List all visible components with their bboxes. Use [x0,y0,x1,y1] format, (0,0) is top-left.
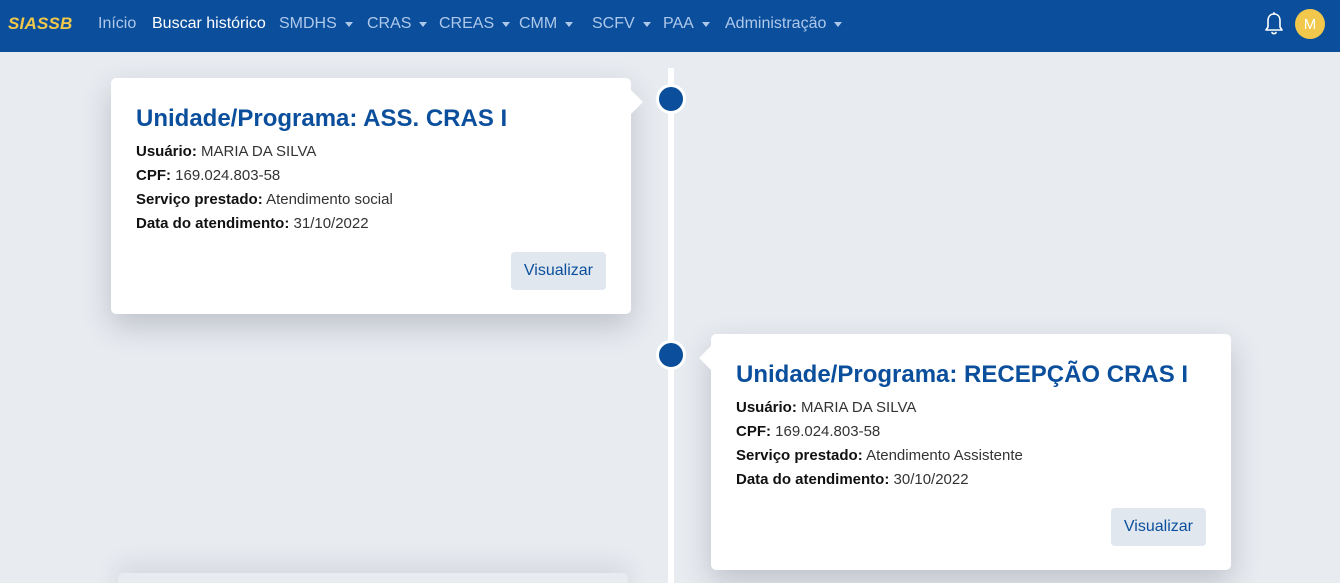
view-button[interactable]: Visualizar [510,252,606,290]
nav-item-paa[interactable]: PAA [663,15,710,33]
next-card-shadow [118,573,628,583]
timeline-card: Unidade/Programa: RECEPÇÃO CRAS I Usuári… [699,334,1231,570]
card-pointer [699,346,711,370]
nav-item-label: SCFV [592,15,635,32]
nav-item-creas[interactable]: CREAS [439,15,511,33]
field-value: Atendimento social [266,191,393,208]
view-button[interactable]: Visualizar [1110,508,1206,546]
caret-down-icon [419,21,428,27]
nav-item-cmm[interactable]: CMM [519,15,574,33]
card-title: Unidade/Programa: RECEPÇÃO CRAS I [736,361,1189,388]
field-cpf: CPF: 169.024.803-58 [136,164,606,188]
nav-item-scfv[interactable]: SCFV [592,15,651,33]
caret-down-icon [502,21,511,27]
caret-down-icon [834,21,843,27]
top-navbar: SIASSB Início Buscar histórico SMDHS CRA… [0,0,1340,52]
field-date: Data do atendimento: 30/10/2022 [736,468,1206,492]
nav-item-inicio[interactable]: Início [98,15,136,33]
nav-item-label: Administração [725,15,827,32]
timeline-dot [656,340,686,370]
field-value: 31/10/2022 [293,215,369,232]
field-value: MARIA DA SILVA [801,399,917,416]
field-cpf: CPF: 169.024.803-58 [736,420,1206,444]
nav-item-buscar-historico[interactable]: Buscar histórico [152,15,266,33]
nav-item-administracao[interactable]: Administração [725,15,843,33]
field-user: Usuário: MARIA DA SILVA [736,396,1206,420]
field-label: Data do atendimento: [736,471,890,488]
field-value: MARIA DA SILVA [201,143,317,160]
timeline-dot [656,84,686,114]
field-label: CPF: [736,423,771,440]
field-service: Serviço prestado: Atendimento social [136,188,606,212]
field-label: Usuário: [736,399,797,416]
bell-icon[interactable] [1264,12,1284,36]
field-label: Serviço prestado: [736,447,863,464]
nav-item-label: Início [98,15,137,32]
nav-item-smdhs[interactable]: SMDHS [279,15,353,33]
nav-item-label: CREAS [439,15,495,32]
timeline-card: Unidade/Programa: ASS. CRAS I Usuário: M… [111,78,643,314]
nav-item-label: PAA [663,15,694,32]
field-label: Data do atendimento: [136,215,290,232]
field-value: Atendimento Assistente [866,447,1023,464]
field-label: CPF: [136,167,171,184]
nav-item-label: CRAS [367,15,412,32]
caret-down-icon [344,21,353,27]
field-value: 169.024.803-58 [775,423,881,440]
nav-item-label: SMDHS [279,15,337,32]
field-value: 169.024.803-58 [175,167,281,184]
field-value: 30/10/2022 [893,471,969,488]
nav-item-cras[interactable]: CRAS [367,15,428,33]
nav-item-label: Buscar histórico [152,15,266,32]
card-title: Unidade/Programa: ASS. CRAS I [136,105,508,132]
field-label: Usuário: [136,143,197,160]
field-service: Serviço prestado: Atendimento Assistente [736,444,1206,468]
nav-item-label: CMM [519,15,558,32]
caret-down-icon [565,21,574,27]
card-pointer [631,90,643,114]
caret-down-icon [701,21,710,27]
brand-logo[interactable]: SIASSB [8,14,73,34]
field-label: Serviço prestado: [136,191,263,208]
user-avatar[interactable]: M [1295,9,1325,39]
timeline-line [668,68,674,583]
field-date: Data do atendimento: 31/10/2022 [136,212,606,236]
field-user: Usuário: MARIA DA SILVA [136,140,606,164]
caret-down-icon [642,21,651,27]
